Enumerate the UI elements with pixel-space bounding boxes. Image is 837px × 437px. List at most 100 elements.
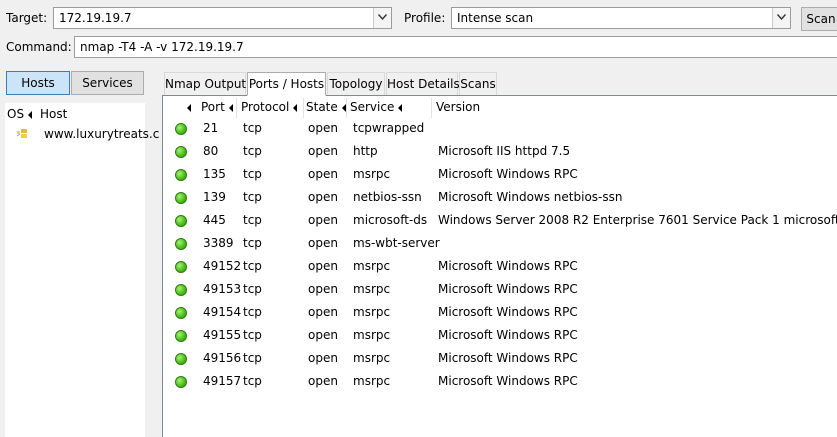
profile-combobox[interactable]: Intense scan [451, 7, 791, 29]
table-row[interactable]: 49152 tcp open msrpc Microsoft Windows RPC [163, 255, 837, 278]
sort-arrow-icon [228, 103, 233, 112]
status-open-icon [175, 307, 187, 319]
host-list-header-os[interactable]: OS [7, 107, 36, 121]
cell-protocol: tcp [243, 282, 262, 296]
status-open-icon [175, 169, 187, 181]
table-row[interactable]: 80 tcp open http Microsoft IIS httpd 7.5 [163, 140, 837, 163]
cell-service: msrpc [353, 282, 391, 296]
status-open-icon [175, 146, 187, 158]
cell-state: open [308, 374, 338, 388]
table-row[interactable]: 21 tcp open tcpwrapped [163, 117, 837, 140]
table-row[interactable]: 445 tcp open microsoft-ds Windows Server 200… [163, 209, 837, 232]
cell-protocol: tcp [243, 144, 262, 158]
cell-port: 49155 [203, 328, 242, 342]
column-header-port[interactable]: Port [201, 100, 237, 114]
cell-service: msrpc [353, 374, 391, 388]
tab-scans[interactable]: Scans [459, 72, 497, 96]
cell-protocol: tcp [243, 121, 262, 135]
cell-protocol: tcp [243, 190, 262, 204]
sort-arrow-icon [28, 110, 33, 119]
sort-arrow-icon [187, 103, 191, 112]
table-row[interactable]: 135 tcp open msrpc Microsoft Windows RPC [163, 163, 837, 186]
tab-host-details[interactable]: Host Details [386, 72, 460, 96]
cell-state: open [308, 282, 338, 296]
status-open-icon [175, 238, 187, 250]
command-label: Command: [6, 40, 72, 54]
table-row[interactable]: 49153 tcp open msrpc Microsoft Windows RPC [163, 278, 837, 301]
profile-dropdown-button[interactable] [772, 8, 790, 28]
column-header-service[interactable]: Service [350, 100, 406, 114]
cell-version: Microsoft Windows RPC [438, 305, 578, 319]
hosts-button[interactable]: Hosts [6, 71, 70, 95]
target-dropdown-button[interactable] [373, 8, 391, 28]
cell-service: msrpc [353, 351, 391, 365]
table-row[interactable]: 139 tcp open netbios-ssn Microsoft Windows n… [163, 186, 837, 209]
chevron-down-icon [777, 14, 786, 20]
cell-protocol: tcp [243, 374, 262, 388]
host-list-panel: OS Host www.luxurytreats.c [5, 103, 159, 437]
host-list-header-host[interactable]: Host [40, 107, 67, 121]
cell-state: open [308, 305, 338, 319]
cell-protocol: tcp [243, 305, 262, 319]
cell-port: 49157 [203, 374, 242, 388]
cell-service: ms-wbt-server [353, 236, 440, 250]
cell-port: 49153 [203, 282, 242, 296]
cell-state: open [308, 259, 338, 273]
command-input[interactable]: nmap -T4 -A -v 172.19.19.7 [74, 36, 837, 58]
column-header-protocol[interactable]: Protocol [241, 100, 301, 114]
status-open-icon [175, 376, 187, 388]
cell-state: open [308, 190, 338, 204]
tab-ports-hosts[interactable]: Ports / Hosts [247, 72, 326, 96]
tab-topology[interactable]: Topology [327, 72, 385, 96]
target-label: Target: [6, 11, 48, 25]
scan-button[interactable]: Scan [801, 7, 837, 31]
target-combobox[interactable]: 172.19.19.7 [53, 7, 392, 29]
cell-version: Microsoft IIS httpd 7.5 [438, 144, 571, 158]
services-button[interactable]: Services [71, 71, 144, 95]
cell-port: 135 [203, 167, 226, 181]
cell-version: Microsoft Windows RPC [438, 282, 578, 296]
cell-version: Microsoft Windows RPC [438, 374, 578, 388]
cell-version: Microsoft Windows RPC [438, 167, 578, 181]
cell-service: msrpc [353, 328, 391, 342]
chevron-down-icon [378, 14, 387, 20]
cell-protocol: tcp [243, 351, 262, 365]
command-value: nmap -T4 -A -v 172.19.19.7 [80, 40, 244, 54]
cell-version: Microsoft Windows netbios-ssn [438, 190, 623, 204]
ports-table: Port Protocol State Service Version 21 tc… [162, 95, 837, 437]
status-open-icon [175, 330, 187, 342]
cell-port: 139 [203, 190, 226, 204]
host-name: www.luxurytreats.c [44, 127, 160, 141]
cell-service: netbios-ssn [353, 190, 422, 204]
host-list-item[interactable]: www.luxurytreats.c [5, 124, 159, 144]
cell-port: 80 [203, 144, 219, 158]
table-row[interactable]: 3389 tcp open ms-wbt-server [163, 232, 837, 255]
cell-service: microsoft-ds [353, 213, 428, 227]
column-header-state[interactable]: State [306, 100, 350, 114]
cell-port: 445 [203, 213, 226, 227]
table-row[interactable]: 49154 tcp open msrpc Microsoft Windows RPC [163, 301, 837, 324]
cell-version: Microsoft Windows RPC [438, 351, 578, 365]
cell-state: open [308, 121, 338, 135]
cell-service: msrpc [353, 167, 391, 181]
cell-port: 3389 [203, 236, 234, 250]
table-row[interactable]: 49157 tcp open msrpc Microsoft Windows RPC [163, 370, 837, 393]
profile-value: Intense scan [457, 11, 534, 25]
table-row[interactable]: 49155 tcp open msrpc Microsoft Windows RPC [163, 324, 837, 347]
column-header-version[interactable]: Version [436, 100, 480, 114]
cell-state: open [308, 328, 338, 342]
cell-state: open [308, 236, 338, 250]
target-value: 172.19.19.7 [59, 11, 132, 25]
tab-nmap-output[interactable]: Nmap Output [164, 72, 246, 96]
cell-port: 49152 [203, 259, 242, 273]
cell-state: open [308, 213, 338, 227]
cell-version: Windows Server 2008 R2 Enterprise 7601 S… [438, 213, 837, 227]
cell-service: msrpc [353, 305, 391, 319]
status-open-icon [175, 215, 187, 227]
cell-version: Microsoft Windows RPC [438, 259, 578, 273]
cell-protocol: tcp [243, 213, 262, 227]
status-open-icon [175, 192, 187, 204]
status-open-icon [175, 261, 187, 273]
column-header-status[interactable] [183, 100, 195, 114]
table-row[interactable]: 49156 tcp open msrpc Microsoft Windows RPC [163, 347, 837, 370]
